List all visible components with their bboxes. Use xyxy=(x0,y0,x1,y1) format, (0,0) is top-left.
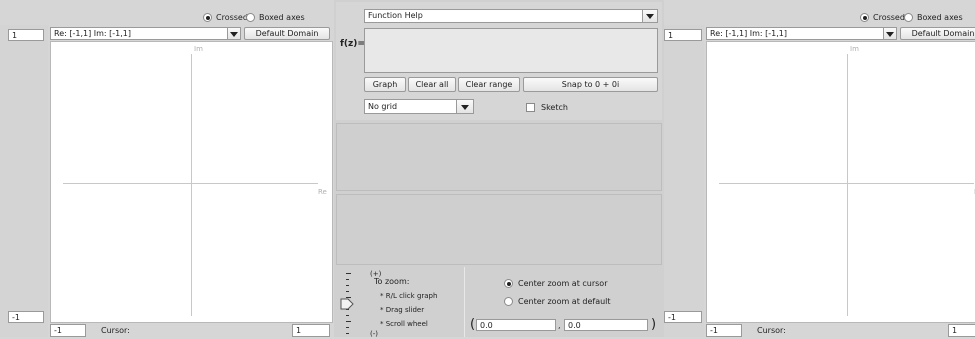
options-panel-1 xyxy=(336,123,662,191)
zoom-tip-drag: * Drag slider xyxy=(380,306,425,314)
right-crossed-radio[interactable] xyxy=(860,13,869,22)
left-im-axis-label: Im xyxy=(194,45,203,53)
slider-tick xyxy=(346,273,351,274)
snap-to-origin-button[interactable]: Snap to 0 + 0i xyxy=(523,77,658,92)
slider-tick xyxy=(346,333,349,334)
left-boxed-radio[interactable] xyxy=(246,13,255,22)
zoom-slider[interactable] xyxy=(340,269,364,337)
slider-tick xyxy=(346,321,351,322)
fz-label: f(z)= xyxy=(340,39,365,49)
right-re-axis xyxy=(719,183,974,184)
slider-tick xyxy=(346,291,349,292)
right-range-select[interactable]: Re: [-1,1] Im: [-1,1] xyxy=(706,27,886,40)
function-input[interactable] xyxy=(364,28,658,73)
right-im-axis xyxy=(847,54,848,316)
slider-tick xyxy=(346,285,349,286)
left-boxed-label: Boxed axes xyxy=(259,13,305,22)
clear-all-button[interactable]: Clear all xyxy=(408,77,456,92)
chevron-down-icon xyxy=(646,14,654,19)
center-zoom-default-radio[interactable] xyxy=(504,297,513,306)
left-y-max-field[interactable]: 1 xyxy=(8,29,44,41)
right-graph-canvas[interactable]: Im Re xyxy=(706,41,975,323)
right-crossed-label: Crossed xyxy=(873,13,905,22)
slider-tick xyxy=(346,279,349,280)
function-section: Function Help f(z)= Graph Clear all Clea… xyxy=(336,2,662,120)
center-zoom-default-label: Center zoom at default xyxy=(518,297,611,306)
left-vertical-slider-strip[interactable] xyxy=(0,25,48,337)
center-control-panel: Function Help f(z)= Graph Clear all Clea… xyxy=(334,0,664,338)
zoom-divider xyxy=(464,267,465,337)
function-help-dropdown-arrow[interactable] xyxy=(642,9,658,23)
zoom-tip-click: * R/L click graph xyxy=(380,292,438,300)
center-zoom-cursor-label: Center zoom at cursor xyxy=(518,279,608,288)
right-boxed-label: Boxed axes xyxy=(917,13,963,22)
right-default-domain-button[interactable]: Default Domain xyxy=(900,27,975,40)
left-cursor-label: Cursor: xyxy=(101,326,130,335)
chevron-down-icon xyxy=(230,32,238,37)
left-graph-canvas[interactable]: Im Re xyxy=(50,41,333,323)
coord-separator: , xyxy=(558,321,561,330)
left-crossed-label: Crossed xyxy=(216,13,248,22)
slider-thumb-icon[interactable] xyxy=(340,297,354,311)
left-range-dropdown-arrow[interactable] xyxy=(227,27,241,40)
left-crossed-radio[interactable] xyxy=(203,13,212,22)
right-vertical-slider-strip[interactable] xyxy=(664,25,704,337)
left-im-axis xyxy=(191,54,192,316)
chevron-down-icon xyxy=(886,32,894,37)
grid-select[interactable]: No grid xyxy=(364,99,458,114)
right-range-dropdown-arrow[interactable] xyxy=(883,27,897,40)
left-re-axis-label: Re xyxy=(318,188,327,196)
right-y-min-field[interactable]: -1 xyxy=(664,311,702,323)
center-zoom-cursor-radio[interactable] xyxy=(504,279,513,288)
left-x-max-field[interactable]: 1 xyxy=(292,324,330,337)
chevron-down-icon xyxy=(461,105,469,110)
left-default-domain-button[interactable]: Default Domain xyxy=(244,27,330,40)
zoom-center-im-field[interactable]: 0.0 xyxy=(564,319,648,331)
left-plot-area: 1 -1 Crossed Boxed axes Re: [-1,1] Im: [… xyxy=(0,0,334,337)
right-x-max-field[interactable]: 1 xyxy=(948,324,975,337)
zoom-tip-scroll: * Scroll wheel xyxy=(380,320,428,328)
sketch-label: Sketch xyxy=(541,103,568,112)
right-boxed-radio[interactable] xyxy=(904,13,913,22)
zoom-minus-label: (-) xyxy=(370,330,378,338)
zoom-section: (+) To zoom: * R/L click graph * Drag sl… xyxy=(336,267,662,338)
slider-tick xyxy=(346,315,349,316)
coord-close-paren: ) xyxy=(651,317,657,332)
left-y-min-field[interactable]: -1 xyxy=(8,311,44,323)
graph-button[interactable]: Graph xyxy=(364,77,406,92)
grid-dropdown-arrow[interactable] xyxy=(456,99,474,114)
right-plot-area: 1 -1 Crossed Boxed axes Re: [-1,1] Im: [… xyxy=(664,0,975,337)
coord-open-paren: ( xyxy=(470,317,476,332)
left-x-min-field[interactable]: -1 xyxy=(50,324,86,337)
left-range-select[interactable]: Re: [-1,1] Im: [-1,1] xyxy=(50,27,230,40)
sketch-checkbox[interactable] xyxy=(526,103,535,112)
zoom-title: To zoom: xyxy=(374,277,410,286)
left-re-axis xyxy=(63,183,318,184)
right-y-max-field[interactable]: 1 xyxy=(664,29,702,41)
slider-tick xyxy=(346,327,349,328)
function-help-select[interactable]: Function Help xyxy=(364,9,644,23)
right-im-axis-label: Im xyxy=(850,45,859,53)
right-cursor-label: Cursor: xyxy=(757,326,786,335)
right-x-min-field[interactable]: -1 xyxy=(706,324,742,337)
zoom-center-re-field[interactable]: 0.0 xyxy=(476,319,556,331)
clear-range-button[interactable]: Clear range xyxy=(458,77,520,92)
options-panel-2 xyxy=(336,194,662,265)
